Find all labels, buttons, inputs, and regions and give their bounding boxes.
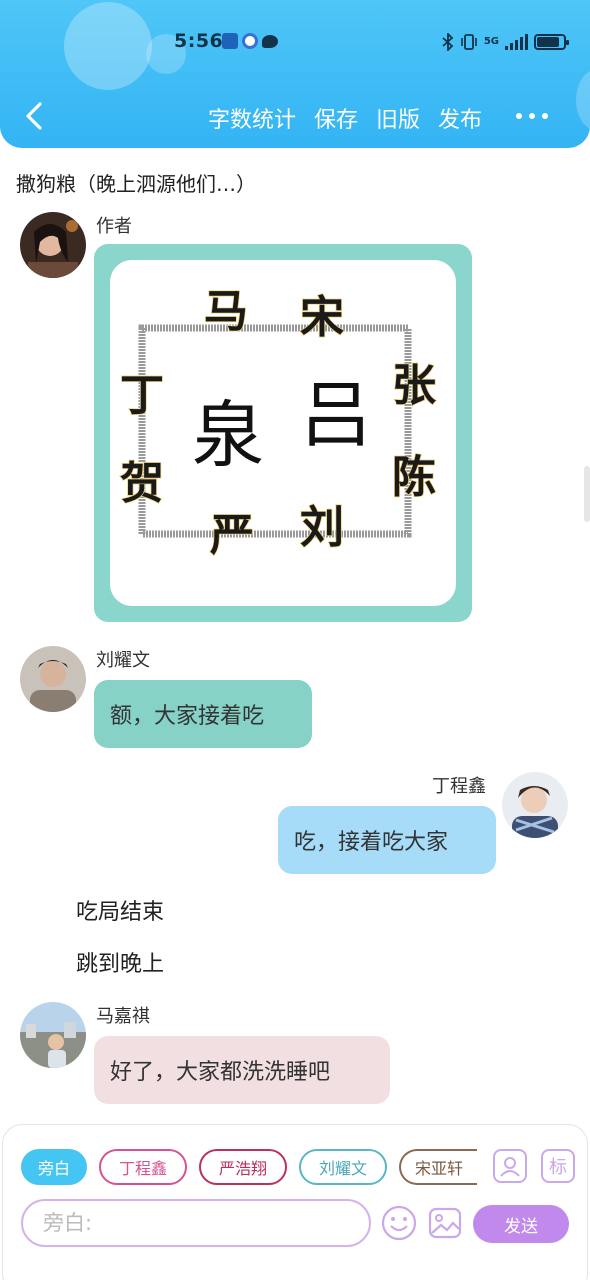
narration-input[interactable] — [21, 1199, 371, 1247]
input-panel: 旁白 丁程鑫 严浩翔 刘耀文 宋亚轩 标 发送 — [2, 1124, 588, 1280]
group-name-image: 马 宋 丁 贺 张 陈 严 刘 泉 吕 — [110, 260, 456, 606]
image-icon[interactable] — [427, 1205, 463, 1241]
publish-button[interactable]: 发布 — [438, 102, 482, 134]
scroll-indicator[interactable] — [584, 466, 590, 522]
tag-button[interactable]: 标 — [541, 1149, 575, 1183]
top-toolbar: 字数统计 保存 旧版 发布 — [0, 96, 590, 138]
old-version-button[interactable]: 旧版 — [376, 102, 420, 134]
chapter-title[interactable]: 撒狗粮（晚上泗源他们…） — [16, 168, 256, 197]
image-char: 陈 — [392, 452, 436, 503]
ma-message-bubble[interactable]: 好了，大家都洗洗睡吧 — [94, 1036, 390, 1104]
author-avatar[interactable] — [20, 212, 86, 278]
name-grid-graphic: 马 宋 丁 贺 张 陈 严 刘 泉 吕 — [119, 285, 437, 562]
app-header: 5:56 5G 字数统计 保存 旧版 发布 — [0, 0, 590, 148]
app-notification-icon — [222, 33, 238, 49]
message-notification-icon — [262, 34, 278, 48]
role-chip[interactable]: 严浩翔 — [199, 1149, 287, 1185]
image-char: 严 — [210, 510, 254, 561]
role-chip[interactable]: 宋亚轩 — [399, 1149, 477, 1185]
status-right: 5G — [442, 33, 569, 51]
toolbar-actions: 字数统计 保存 旧版 发布 — [208, 102, 482, 134]
word-count-button[interactable]: 字数统计 — [208, 102, 296, 134]
signal-icon — [505, 34, 528, 50]
network-type: 5G — [483, 36, 499, 47]
narration-line[interactable]: 跳到晚上 — [76, 946, 164, 978]
ding-avatar[interactable] — [502, 772, 568, 838]
image-char: 吕 — [300, 373, 372, 457]
role-chip-narration[interactable]: 旁白 — [21, 1149, 87, 1185]
app-notification-icon — [242, 33, 258, 49]
add-character-button[interactable] — [493, 1149, 527, 1183]
vibrate-icon — [461, 34, 477, 50]
ding-message-bubble[interactable]: 吃，接着吃大家 — [278, 806, 496, 874]
image-message[interactable]: 马 宋 丁 贺 张 陈 严 刘 泉 吕 — [94, 244, 472, 622]
image-char: 泉 — [192, 393, 264, 477]
liu-name: 刘耀文 — [96, 650, 150, 671]
emoji-icon[interactable] — [381, 1205, 417, 1241]
person-icon — [500, 1157, 520, 1177]
back-arrow-icon[interactable] — [18, 98, 54, 134]
image-char: 丁 — [120, 370, 164, 421]
liu-message-bubble[interactable]: 额，大家接着吃 — [94, 680, 312, 748]
author-name: 作者 — [96, 216, 132, 237]
more-menu-icon[interactable] — [516, 113, 548, 119]
image-char: 贺 — [120, 458, 164, 509]
battery-icon — [534, 34, 569, 50]
bluetooth-icon — [442, 33, 454, 51]
status-time: 5:56 — [174, 30, 224, 52]
ma-name: 马嘉祺 — [96, 1006, 150, 1027]
liu-avatar[interactable] — [20, 646, 86, 712]
role-chip[interactable]: 丁程鑫 — [99, 1149, 187, 1185]
status-app-icons — [222, 33, 278, 49]
ding-name: 丁程鑫 — [432, 776, 486, 797]
narration-line[interactable]: 吃局结束 — [76, 894, 164, 926]
image-char: 宋 — [300, 292, 344, 343]
save-button[interactable]: 保存 — [314, 102, 358, 134]
send-button[interactable]: 发送 — [473, 1205, 569, 1243]
ma-avatar[interactable] — [20, 1002, 86, 1068]
image-char: 张 — [392, 360, 436, 411]
image-char: 刘 — [300, 502, 344, 553]
image-char: 马 — [204, 286, 248, 337]
status-bar: 5:56 5G — [0, 30, 590, 58]
role-chip[interactable]: 刘耀文 — [299, 1149, 387, 1185]
